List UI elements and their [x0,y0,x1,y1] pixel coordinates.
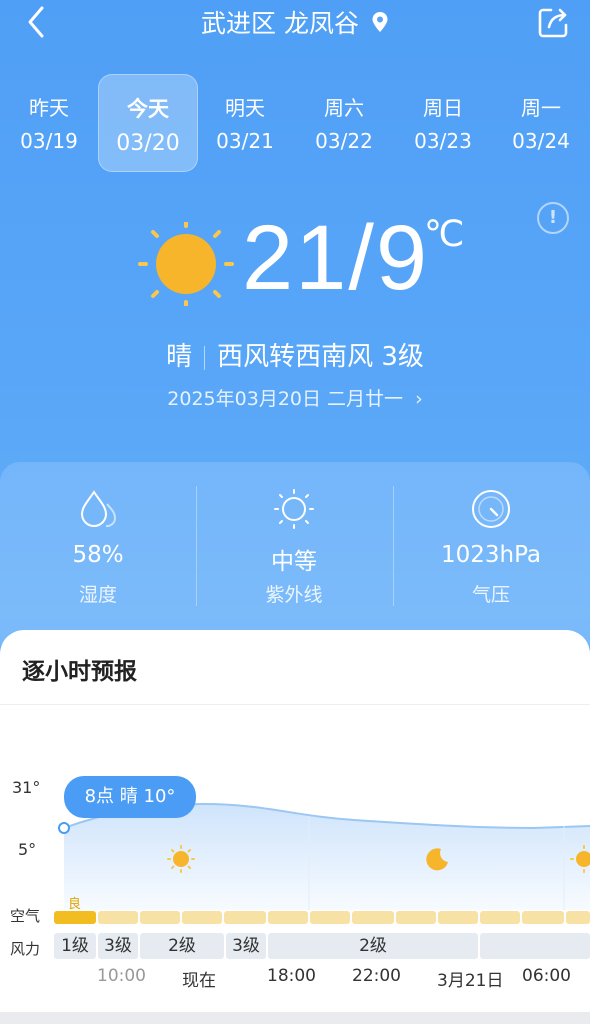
day-name: 明天 [225,96,265,120]
metric-label: 气压 [471,584,510,606]
wind-level: 3级 [98,933,138,959]
aqi-bar [54,911,96,924]
divider [0,704,590,705]
day-name: 昨天 [29,96,69,120]
humidity-icon [80,490,117,528]
metric-label: 紫外线 [265,584,323,606]
aqi-bar [310,911,350,924]
day-name: 周日 [423,96,463,120]
info-icon[interactable]: ! [537,202,569,234]
aqi-bar [522,911,564,924]
location-title[interactable]: 武进区 龙凤谷 [0,4,590,40]
gauge-icon [472,490,510,528]
bottom-bar [0,1012,590,1024]
day-tab-today[interactable]: 今天 03/20 [98,74,198,172]
wind-level: 1级 [54,933,96,959]
aqi-bar [566,911,590,924]
day-date: 03/22 [315,129,373,153]
wind-level: 2级 [140,933,224,959]
weather-condition-row: 晴西风转西南风 3级 [0,336,590,373]
aqi-bar [98,911,138,924]
aqi-bar [480,911,520,924]
time-label: 3月21日 [437,971,504,991]
aqi-bar [438,911,478,924]
date-text: 2025年03月20日 二月廿一 [167,388,404,410]
day-date: 03/19 [20,129,78,153]
day-tab-tomorrow[interactable]: 明天 03/21 [196,74,294,170]
day-tab-yesterday[interactable]: 昨天 03/19 [0,74,98,170]
day-tab-monday[interactable]: 周一 03/24 [492,74,590,170]
metric-label: 湿度 [78,584,117,606]
day-date: 03/21 [216,129,274,153]
aqi-bar [182,911,222,924]
sun-icon [274,489,314,529]
wind-level-blank [480,933,590,959]
pressure-metric[interactable]: 1023hPa 气压 [393,462,589,632]
metric-value: 1023hPa [440,542,542,568]
temperature-range: 21/9 [242,207,430,309]
location-pin-icon [372,12,388,32]
y-axis-max: 31° [12,778,41,797]
share-icon [538,8,568,38]
day-name: 周一 [521,96,561,120]
day-tab-sunday[interactable]: 周日 03/23 [394,74,492,170]
day-date: 03/23 [414,129,472,153]
aqi-bar [396,911,436,924]
chevron-right-icon: › [415,388,423,410]
moon-icon [426,848,448,871]
time-label: 18:00 [267,966,316,986]
hourly-tooltip: 8点 晴 10° [64,776,196,818]
aqi-bar [268,911,308,924]
aqi-bar [352,911,394,924]
wind-label: 风力 [10,940,41,958]
sunny-icon [167,845,195,873]
time-label: 现在 [182,971,216,991]
day-name: 周六 [324,96,364,120]
day-date: 03/20 [116,131,180,156]
air-quality-value: 良 [68,897,82,912]
hourly-forecast-title: 逐小时预报 [22,659,137,685]
day-tabs: 昨天 03/19 今天 03/20 明天 03/21 周六 03/22 周日 0… [0,74,590,172]
weather-condition: 晴 [166,342,193,372]
divider [204,345,206,370]
sunny-icon [138,222,234,306]
time-label: 06:00 [522,966,571,986]
time-label: 22:00 [352,966,401,986]
aqi-bar [224,911,266,924]
air-quality-label: 空气 [10,907,41,925]
full-date[interactable]: 2025年03月20日 二月廿一 › [0,384,590,411]
day-tab-saturday[interactable]: 周六 03/22 [295,74,393,170]
metric-value: 中等 [271,549,317,575]
aqi-bar [140,911,180,924]
day-date: 03/24 [512,129,570,153]
y-axis-min: 5° [18,840,37,859]
share-button[interactable] [534,4,572,42]
temperature-unit: ℃ [424,214,465,255]
time-label: 10:00 [97,966,146,986]
metric-value: 58% [72,542,124,568]
wind-level: 2级 [268,933,478,959]
humidity-metric[interactable]: 58% 湿度 [0,462,196,632]
sunny-icon [570,845,590,873]
wind-info: 西风转西南风 3级 [217,342,424,372]
uv-metric[interactable]: 中等 紫外线 [196,462,392,632]
location-name: 武进区 龙凤谷 [201,9,359,38]
day-name: 今天 [127,97,169,121]
wind-level: 3级 [226,933,266,959]
